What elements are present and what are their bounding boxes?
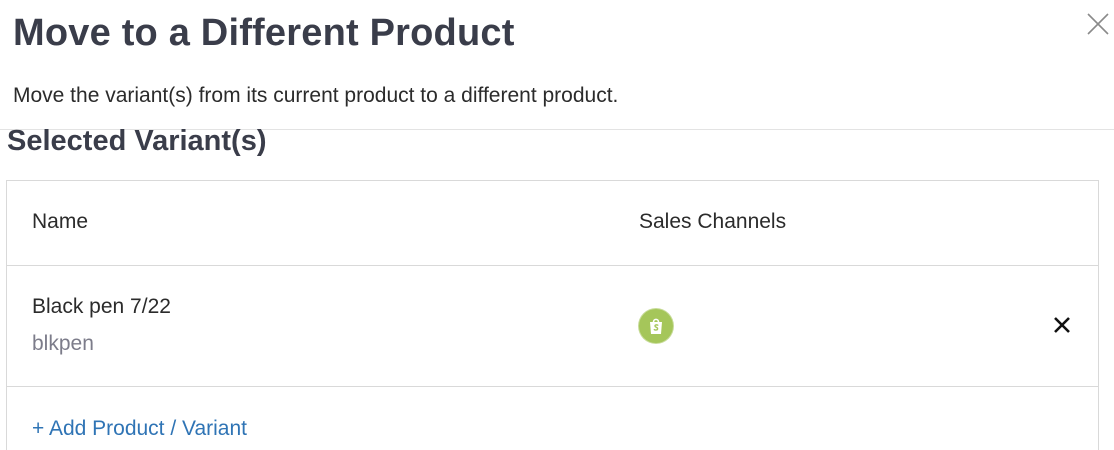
modal-title: Move to a Different Product [13,12,515,54]
add-product-variant-link[interactable]: + Add Product / Variant [32,417,247,441]
variant-name: Black pen 7/22 [32,295,171,318]
remove-icon[interactable] [1052,315,1072,335]
variant-sku: blkpen [32,332,94,355]
column-header-name: Name [32,210,89,233]
section-title: Selected Variant(s) [7,125,267,157]
shopify-icon [639,309,673,343]
table-row: Black pen 7/22 blkpen [7,266,1098,387]
close-icon[interactable] [1086,12,1110,36]
table-header: Name Sales Channels [7,181,1098,266]
modal-description: Move the variant(s) from its current pro… [13,84,619,107]
selected-variants-table: Name Sales Channels Black pen 7/22 blkpe… [6,180,1099,450]
column-header-sales-channels: Sales Channels [639,210,787,233]
move-product-modal: Move to a Different Product Move the var… [0,0,1114,450]
